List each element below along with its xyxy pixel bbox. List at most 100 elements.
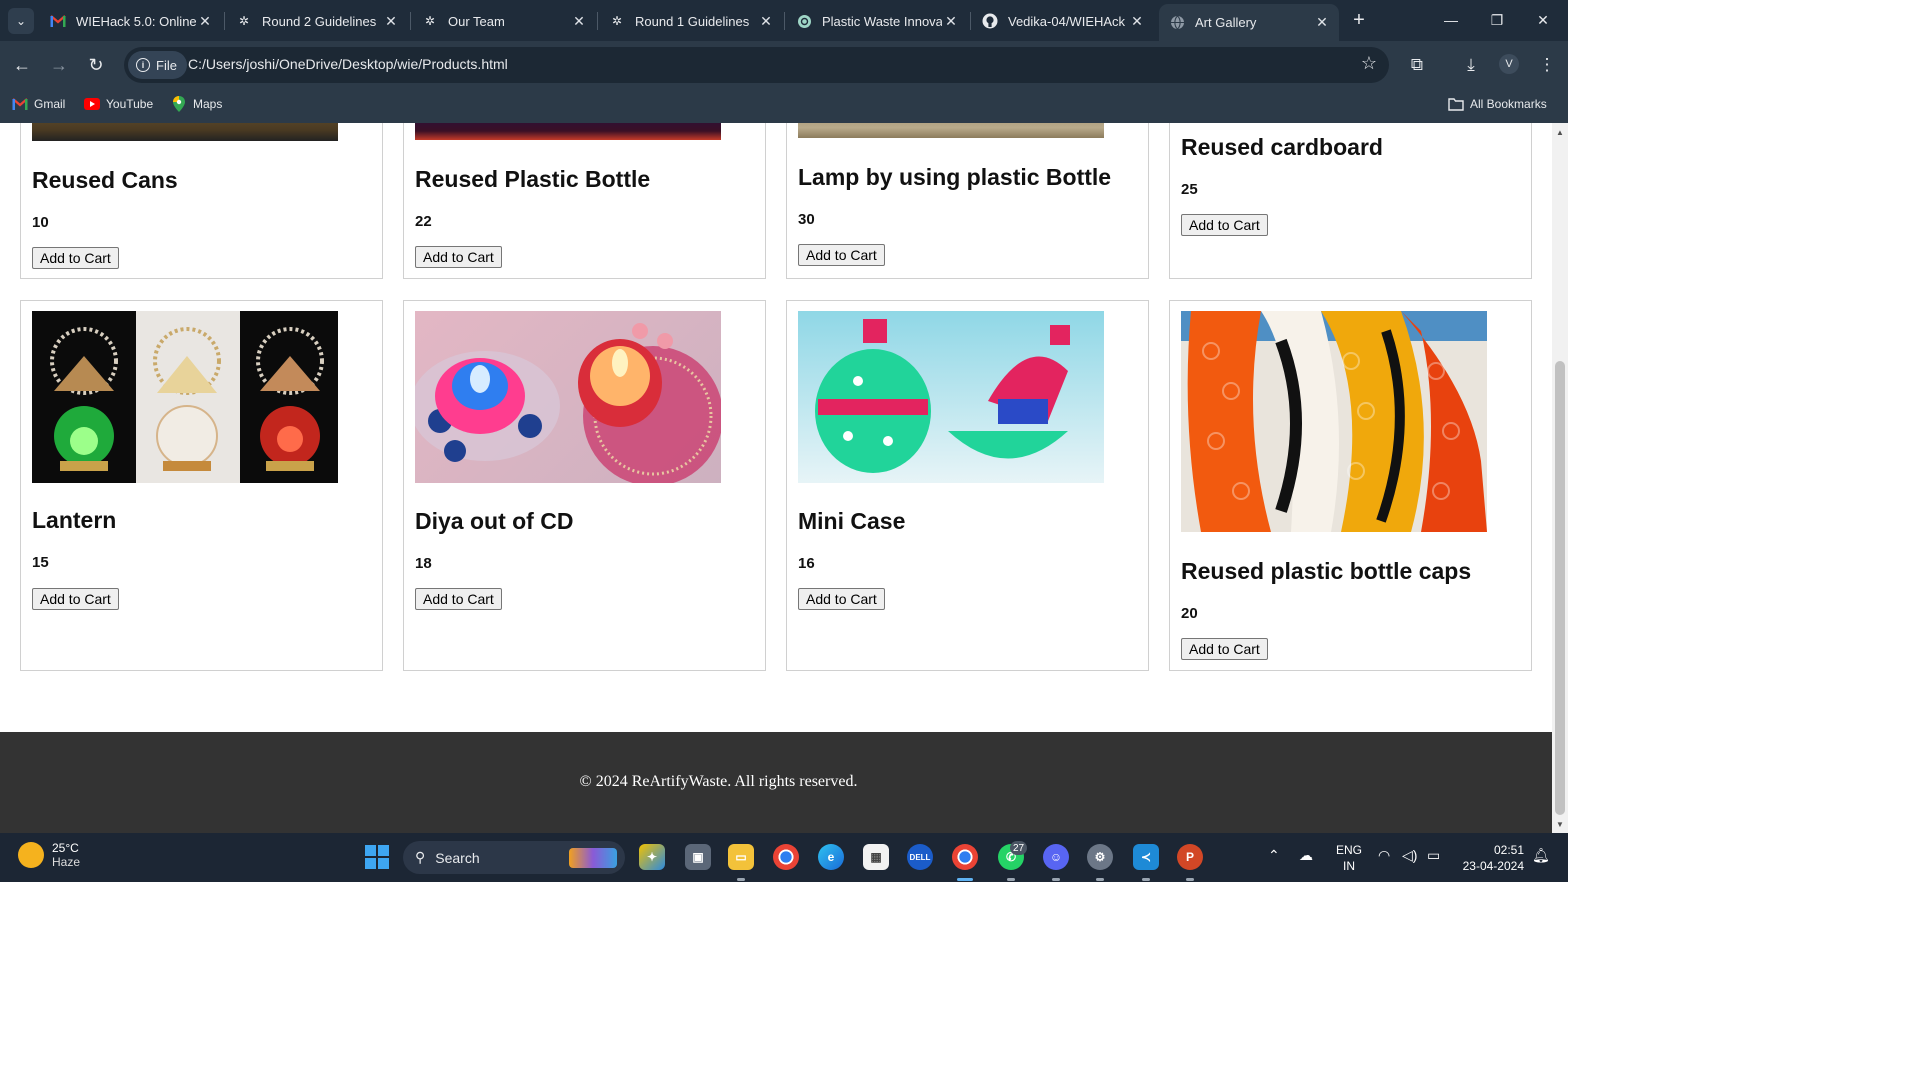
window-close-icon[interactable]: ✕ xyxy=(1520,0,1566,40)
add-to-cart-button[interactable]: Add to Cart xyxy=(32,247,119,269)
discord-icon[interactable]: ☺ xyxy=(1043,844,1069,870)
battery-icon[interactable]: ▭ xyxy=(1427,847,1440,864)
tab-title: Vedika-04/WIEHAck xyxy=(1008,13,1126,29)
file-explorer-icon[interactable]: ▭ xyxy=(728,844,754,870)
close-icon[interactable]: ✕ xyxy=(1313,14,1331,32)
onedrive-cloud-icon[interactable]: ☁ xyxy=(1299,847,1313,864)
chatgpt-icon xyxy=(796,13,812,29)
browser-toolbar: ← → ↻ i File C:/Users/joshi/OneDrive/Des… xyxy=(0,41,1568,89)
url-text[interactable]: C:/Users/joshi/OneDrive/Desktop/wie/Prod… xyxy=(188,56,508,72)
vscode-icon[interactable]: ≺ xyxy=(1133,844,1159,870)
dell-icon[interactable]: DELL xyxy=(907,844,933,870)
bookmark-label: Gmail xyxy=(34,97,66,111)
tab-separator xyxy=(224,12,225,30)
task-view-icon[interactable]: ▣ xyxy=(685,844,711,870)
add-to-cart-button[interactable]: Add to Cart xyxy=(798,588,885,610)
bookmark-youtube[interactable]: YouTube xyxy=(84,96,153,112)
close-icon[interactable]: ✕ xyxy=(757,12,775,30)
reload-icon[interactable]: ↻ xyxy=(82,51,110,79)
profile-avatar[interactable]: V xyxy=(1499,54,1519,74)
tab-github[interactable]: Vedika-04/WIEHAck ✕ xyxy=(972,6,1154,36)
new-tab-icon[interactable]: + xyxy=(1347,8,1371,32)
all-bookmarks-label: All Bookmarks xyxy=(1470,97,1547,111)
close-icon[interactable]: ✕ xyxy=(382,12,400,30)
scrollbar-thumb[interactable] xyxy=(1555,361,1565,815)
tab-wiehack[interactable]: WIEHack 5.0: Online ✕ xyxy=(40,6,222,36)
app-active-indicator xyxy=(957,878,973,881)
add-to-cart-button[interactable]: Add to Cart xyxy=(32,588,119,610)
system-clock[interactable]: 02:51 23-04-2024 xyxy=(1458,842,1524,874)
back-icon[interactable]: ← xyxy=(8,51,36,79)
weather-widget[interactable]: 25°C Haze xyxy=(18,841,80,869)
close-icon[interactable]: ✕ xyxy=(196,12,214,30)
add-to-cart-button[interactable]: Add to Cart xyxy=(798,244,885,266)
edge-icon[interactable]: e xyxy=(818,844,844,870)
clock-time: 02:51 xyxy=(1493,843,1524,857)
product-image-reused-plastic-bottle xyxy=(415,123,721,140)
tab-search-button[interactable]: ⌄ xyxy=(8,8,34,34)
tab-title: Round 1 Guidelines xyxy=(635,13,750,29)
close-icon[interactable]: ✕ xyxy=(942,12,960,30)
address-bar[interactable]: i File C:/Users/joshi/OneDrive/Desktop/w… xyxy=(124,47,1389,83)
bookmark-maps[interactable]: Maps xyxy=(171,96,222,112)
folder-icon xyxy=(1448,96,1464,112)
search-highlight-icon xyxy=(569,847,617,868)
bottle-caps-illustration xyxy=(1181,311,1487,532)
minimize-icon[interactable]: — xyxy=(1428,0,1474,40)
download-icon[interactable]: ⤓ xyxy=(1459,53,1483,77)
extensions-icon[interactable]: ⧉ xyxy=(1405,53,1429,77)
bookmark-gmail[interactable]: Gmail xyxy=(12,96,65,112)
add-to-cart-button[interactable]: Add to Cart xyxy=(1181,214,1268,236)
product-image-lantern xyxy=(32,311,338,483)
devfolio-icon: ✲ xyxy=(611,14,623,28)
all-bookmarks[interactable]: All Bookmarks xyxy=(1448,96,1547,112)
tab-round-1-guidelines[interactable]: ✲ Round 1 Guidelines ✕ xyxy=(599,6,783,36)
scroll-down-icon[interactable]: ▼ xyxy=(1552,817,1568,831)
add-to-cart-button[interactable]: Add to Cart xyxy=(415,588,502,610)
add-to-cart-button[interactable]: Add to Cart xyxy=(415,246,502,268)
tab-plastic-waste[interactable]: Plastic Waste Innova ✕ xyxy=(786,6,968,36)
product-card: Reused Cans 10 Add to Cart xyxy=(20,123,383,279)
page-scrollbar[interactable]: ▲ ▼ xyxy=(1552,123,1568,833)
product-image-bottle-caps xyxy=(1181,311,1487,532)
site-info-chip[interactable]: i File xyxy=(128,51,187,79)
forward-icon[interactable]: → xyxy=(45,51,73,79)
info-icon: i xyxy=(136,58,150,72)
scroll-up-icon[interactable]: ▲ xyxy=(1552,125,1568,139)
tab-round-2-guidelines[interactable]: ✲ Round 2 Guidelines ✕ xyxy=(226,6,408,36)
tab-title: Art Gallery xyxy=(1195,15,1257,30)
chrome-active-icon[interactable] xyxy=(952,844,978,870)
clock-date: 23-04-2024 xyxy=(1462,859,1524,873)
product-image-mini-case xyxy=(798,311,1104,483)
restore-icon[interactable]: ❐ xyxy=(1474,0,1520,40)
bookmark-star-icon[interactable]: ☆ xyxy=(1361,53,1377,74)
windows-start-icon[interactable] xyxy=(365,845,389,869)
app-running-indicator xyxy=(1052,878,1060,881)
tab-art-gallery[interactable]: Art Gallery ✕ xyxy=(1159,4,1339,41)
wifi-icon[interactable]: ◠ xyxy=(1378,847,1390,864)
product-name: Reused cardboard xyxy=(1181,134,1383,160)
menu-icon[interactable]: ⋮ xyxy=(1535,53,1559,77)
microsoft-store-icon[interactable]: ▦ xyxy=(863,844,889,870)
language-indicator[interactable]: ENG IN xyxy=(1336,842,1362,874)
copilot-icon[interactable]: ✦ xyxy=(639,844,665,870)
app-running-indicator xyxy=(1186,878,1194,881)
close-icon[interactable]: ✕ xyxy=(570,12,588,30)
settings-gear-icon[interactable]: ⚙ xyxy=(1087,844,1113,870)
taskbar-search[interactable]: ⚲ Search xyxy=(403,841,625,874)
chevron-up-icon[interactable]: ⌃ xyxy=(1268,847,1280,864)
product-name: Lamp by using plastic Bottle xyxy=(798,164,1112,190)
tab-separator xyxy=(597,12,598,30)
powerpoint-icon[interactable]: P xyxy=(1177,844,1203,870)
notification-bell-icon[interactable]: 🔔︎ xyxy=(1532,847,1550,864)
close-icon[interactable]: ✕ xyxy=(1128,12,1146,30)
github-icon xyxy=(982,13,998,29)
page-footer: © 2024 ReArtifyWaste. All rights reserve… xyxy=(0,732,1552,833)
volume-icon[interactable]: ◁) xyxy=(1402,847,1417,864)
chrome-icon[interactable] xyxy=(773,844,799,870)
product-card: Diya out of CD 18 Add to Cart xyxy=(403,300,766,671)
tab-our-team[interactable]: ✲ Our Team ✕ xyxy=(412,6,596,36)
add-to-cart-button[interactable]: Add to Cart xyxy=(1181,638,1268,660)
language-code: ENG xyxy=(1336,843,1363,857)
tab-separator xyxy=(970,12,971,30)
